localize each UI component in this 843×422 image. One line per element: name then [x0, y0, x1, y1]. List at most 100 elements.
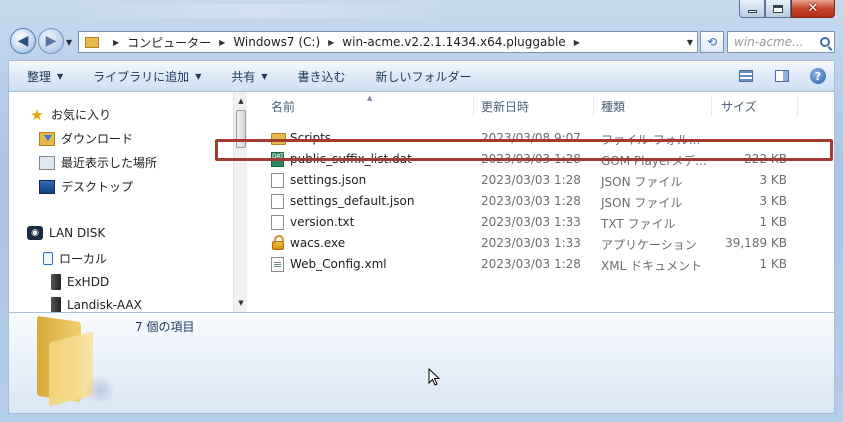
sidebar-item-favorites[interactable]: ★ お気に入り	[29, 106, 111, 123]
back-button[interactable]: ◀	[10, 28, 36, 54]
column-divider[interactable]	[711, 96, 712, 116]
local-network-icon	[43, 252, 53, 265]
toolbar-right-group: ?	[720, 67, 828, 85]
sidebar-item-landisk-aax[interactable]: Landisk-AAX	[51, 297, 142, 313]
column-header-date[interactable]: 更新日時	[481, 98, 529, 115]
forward-button[interactable]: ▶	[38, 28, 64, 54]
chevron-right-icon[interactable]: ▶	[219, 38, 225, 47]
file-size: 39,189 KB	[725, 236, 787, 250]
folder-icon	[85, 36, 99, 48]
column-header-name[interactable]: 名前	[271, 98, 295, 115]
file-type: TXT ファイル	[601, 217, 676, 231]
burn-label: 書き込む	[297, 69, 346, 84]
column-divider[interactable]	[797, 96, 798, 116]
refresh-button[interactable]: ⟲	[700, 31, 724, 53]
sidebar-item-lan-disk[interactable]: ◉ LAN DISK	[27, 226, 105, 240]
column-header-type[interactable]: 種類	[601, 98, 625, 115]
file-date: 2023/03/03 1:33	[481, 236, 581, 250]
document-icon	[271, 215, 284, 230]
file-size: 1 KB	[759, 257, 787, 271]
file-row-settings-json[interactable]: settings.json 2023/03/03 1:28 JSON ファイル …	[249, 170, 835, 191]
share-menu[interactable]: 共有 ▼	[231, 68, 267, 85]
breadcrumb-folder[interactable]: win-acme.v2.2.1.1434.x64.pluggable	[342, 35, 565, 49]
change-view-button[interactable]	[736, 67, 756, 85]
close-button[interactable]: ✕	[791, 0, 835, 18]
sidebar-item-desktop[interactable]: デスクトップ	[39, 178, 133, 195]
burn-button[interactable]: 書き込む	[298, 68, 346, 85]
sidebar-item-label: デスクトップ	[61, 180, 134, 194]
arrow-left-icon: ◀	[17, 33, 29, 49]
file-type: JSON ファイル	[601, 196, 683, 210]
recent-pages-dropdown[interactable]: ▼	[66, 38, 72, 47]
recent-places-icon	[39, 155, 55, 170]
sidebar-item-recent-places[interactable]: 最近表示した場所	[39, 154, 157, 171]
maximize-button[interactable]	[765, 0, 791, 18]
explorer-window: ✕ ◀ ▶ ▼ ▶ コンピューター ▶ Windows7 (C:) ▶ win-…	[0, 0, 843, 422]
new-folder-button[interactable]: 新しいフォルダー	[376, 68, 472, 85]
breadcrumb-drive[interactable]: Windows7 (C:)	[233, 35, 320, 49]
content-area: ★ お気に入り ダウンロード 最近表示した場所 デスクトップ ◉ LAN DIS…	[8, 92, 835, 313]
file-list: 名前 ▲ 更新日時 種類 サイズ Scripts 2023/03/08 9:07…	[249, 92, 835, 312]
sidebar-item-local[interactable]: ローカル	[43, 250, 107, 267]
sidebar-scrollbar[interactable]: ▲ ▼	[233, 92, 247, 312]
preview-pane-icon	[775, 70, 789, 82]
minimize-button[interactable]	[739, 0, 765, 18]
chevron-right-icon[interactable]: ▶	[574, 38, 580, 47]
lan-disk-icon: ◉	[27, 226, 43, 240]
add-to-library-label: ライブラリに追加	[93, 69, 190, 84]
desktop-icon	[39, 179, 55, 194]
view-icon	[739, 70, 753, 82]
chevron-down-icon: ▼	[57, 71, 64, 81]
column-divider[interactable]	[473, 96, 474, 116]
sidebar-item-exhdd[interactable]: ExHDD	[51, 274, 109, 290]
chevron-right-icon[interactable]: ▶	[328, 38, 334, 47]
organize-label: 整理	[27, 69, 52, 84]
navigation-pane: ★ お気に入り ダウンロード 最近表示した場所 デスクトップ ◉ LAN DIS…	[9, 92, 231, 313]
breadcrumb-computer[interactable]: コンピューター	[127, 34, 211, 51]
column-header-size[interactable]: サイズ	[721, 98, 757, 115]
column-divider[interactable]	[593, 96, 594, 116]
file-row-wacs-exe[interactable]: wacs.exe 2023/03/03 1:33 アプリケーション 39,189…	[249, 233, 835, 254]
document-icon	[271, 194, 284, 209]
file-row-settings-default-json[interactable]: settings_default.json 2023/03/03 1:28 JS…	[249, 191, 835, 212]
sidebar-item-label: お気に入り	[51, 108, 112, 122]
search-icon[interactable]	[820, 37, 830, 47]
file-date: 2023/03/03 1:28	[481, 257, 581, 271]
search-placeholder: win-acme...	[734, 35, 804, 49]
search-input[interactable]: win-acme...	[727, 31, 835, 53]
add-to-library-menu[interactable]: ライブラリに追加 ▼	[93, 68, 201, 85]
organize-menu[interactable]: 整理 ▼	[27, 68, 63, 85]
document-icon	[271, 173, 284, 188]
xml-file-icon	[271, 257, 284, 272]
file-type: XML ドキュメント	[601, 259, 703, 273]
file-name: wacs.exe	[290, 236, 346, 250]
sidebar-item-downloads[interactable]: ダウンロード	[39, 130, 133, 147]
preview-pane-button[interactable]	[772, 67, 792, 85]
lock-icon	[272, 235, 284, 250]
chevron-right-icon[interactable]: ▶	[113, 38, 119, 47]
command-bar: 整理 ▼ ライブラリに追加 ▼ 共有 ▼ 書き込む 新しいフォルダー ?	[8, 60, 835, 92]
column-header-row: 名前 ▲ 更新日時 種類 サイズ	[249, 94, 835, 118]
scroll-down-icon[interactable]: ▼	[234, 296, 248, 310]
close-icon: ✕	[807, 1, 819, 16]
file-row-web-config-xml[interactable]: Web_Config.xml 2023/03/03 1:28 XML ドキュメン…	[249, 254, 835, 275]
address-bar[interactable]: ▶ コンピューター ▶ Windows7 (C:) ▶ win-acme.v2.…	[78, 31, 698, 53]
sidebar-item-label: Landisk-AAX	[67, 298, 142, 312]
sidebar-item-label: ローカル	[59, 252, 108, 266]
maximize-icon	[773, 4, 783, 13]
help-icon: ?	[810, 68, 826, 84]
new-folder-label: 新しいフォルダー	[375, 69, 472, 84]
arrow-right-icon: ▶	[45, 33, 57, 49]
file-date: 2023/03/03 1:33	[481, 215, 581, 229]
file-row-version-txt[interactable]: version.txt 2023/03/03 1:33 TXT ファイル 1 K…	[249, 212, 835, 233]
address-history-dropdown[interactable]: ▼	[687, 38, 693, 47]
refresh-icon: ⟲	[706, 35, 718, 49]
item-count: 7 個の項目	[135, 320, 195, 334]
help-button[interactable]: ?	[808, 67, 828, 85]
chevron-down-icon: ▼	[261, 71, 268, 81]
scroll-up-icon[interactable]: ▲	[234, 94, 248, 108]
sidebar-item-label: ダウンロード	[61, 132, 134, 146]
minimize-icon	[747, 10, 757, 13]
star-icon: ★	[30, 105, 44, 124]
highlight-box	[215, 139, 833, 161]
